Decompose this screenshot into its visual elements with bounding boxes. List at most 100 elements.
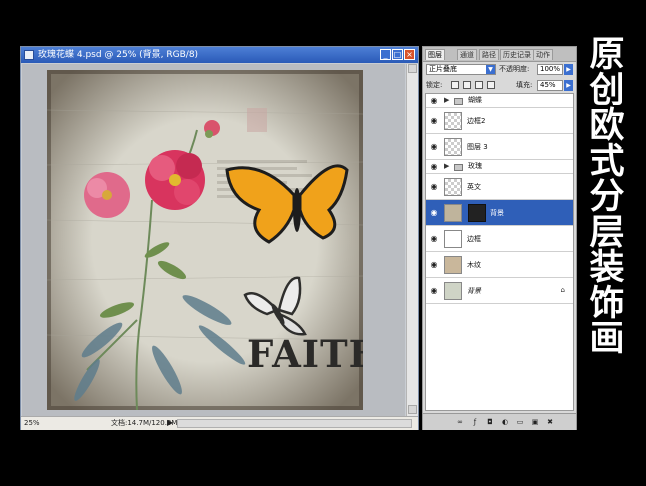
expand-arrow-icon[interactable]: ▶ [444, 162, 449, 170]
layer-thumbnail [444, 282, 462, 300]
tab-paths[interactable]: 路径 [479, 49, 499, 60]
expand-arrow-icon[interactable]: ▶ [444, 96, 449, 104]
lock-row: 锁定: 填充: 45% ▶ [423, 78, 576, 93]
eye-icon[interactable]: ◉ [429, 117, 439, 125]
layer-name: 边框 [467, 235, 481, 243]
layer-row-background-selected[interactable]: ◉ 背景 [426, 200, 573, 226]
folder-icon [454, 164, 463, 171]
eye-icon[interactable]: ◉ [429, 97, 439, 105]
layer-name: 英文 [467, 183, 481, 191]
fill-field[interactable]: 45% [537, 80, 563, 91]
scroll-up-arrow[interactable] [408, 64, 417, 73]
eye-icon[interactable]: ◉ [429, 209, 439, 217]
layer-thumbnail [444, 204, 462, 222]
layer-row-background-locked[interactable]: ◉ 背景 ⌂ [426, 278, 573, 304]
layer-thumbnail [444, 138, 462, 156]
lock-icon: ⌂ [560, 286, 565, 294]
blend-row: 正片叠底 ▼ 不透明度: 100% ▶ [423, 62, 576, 77]
eye-icon[interactable]: ◉ [429, 235, 439, 243]
new-group-icon[interactable]: ▭ [515, 417, 525, 427]
zoom-level[interactable]: 25% [24, 417, 40, 429]
opacity-label: 不透明度: [499, 65, 530, 73]
status-menu-arrow-icon[interactable]: ▶ [167, 417, 173, 429]
layer-row-english-text[interactable]: ◉ 英文 [426, 174, 573, 200]
layer-row-border2[interactable]: ◉ 边框2 [426, 108, 573, 134]
layer-name: 边框2 [467, 117, 486, 125]
pink-flower-small [84, 172, 130, 218]
layer-name: 背景 [467, 287, 481, 295]
fill-arrow-icon[interactable]: ▶ [564, 80, 573, 91]
new-layer-icon[interactable]: ▣ [530, 417, 540, 427]
document-icon [24, 50, 34, 60]
tab-channels[interactable]: 通道 [457, 49, 477, 60]
lock-transparent-icon[interactable] [451, 81, 459, 89]
layer-name: 图层 3 [467, 143, 488, 151]
close-button[interactable]: × [404, 49, 415, 60]
pink-flower-large [145, 150, 205, 210]
opacity-arrow-icon[interactable]: ▶ [564, 64, 573, 75]
artwork-image: FAITH [47, 70, 363, 410]
side-title-char: 画 [589, 319, 625, 359]
horizontal-scrollbar[interactable] [177, 419, 412, 428]
panel-bottom-toolbar: ∞ ƒ ◘ ◐ ▭ ▣ ✖ [423, 413, 576, 430]
trash-icon[interactable]: ✖ [545, 417, 555, 427]
opacity-field[interactable]: 100% [537, 64, 563, 75]
side-title-char: 式 [589, 141, 625, 182]
lock-label: 锁定: [426, 81, 443, 89]
lock-position-icon[interactable] [475, 81, 483, 89]
layer-row-border[interactable]: ◉ 边框 [426, 226, 573, 252]
eye-icon[interactable]: ◉ [429, 163, 439, 171]
layer-row-wood-grain[interactable]: ◉ 木纹 [426, 252, 573, 278]
eye-icon[interactable]: ◉ [429, 261, 439, 269]
lock-image-icon[interactable] [463, 81, 471, 89]
layer-row-butterfly-group[interactable]: ◉ ▶ 蝴蝶 [426, 94, 573, 108]
folder-icon [454, 98, 463, 105]
layer-thumbnail [444, 178, 462, 196]
layer-mask-thumbnail[interactable] [468, 204, 486, 222]
side-title-char: 欧 [589, 106, 625, 146]
panel-tabs: 图层 通道 路径 历史记录 动作 [423, 47, 576, 62]
faith-text: FAITH [247, 332, 363, 376]
side-title-char: 创 [589, 70, 625, 111]
postage-stamp [247, 108, 267, 132]
layer-row-rose-group[interactable]: ◉ ▶ 玫瑰 [426, 160, 573, 174]
side-title-char: 装 [589, 248, 625, 288]
layer-name: 背景 [490, 209, 504, 217]
chevron-down-icon: ▼ [486, 65, 495, 74]
layer-name: 木纹 [467, 261, 481, 269]
eye-icon[interactable]: ◉ [429, 183, 439, 191]
tab-layers[interactable]: 图层 [425, 49, 445, 60]
fill-label: 填充: [516, 81, 533, 89]
layer-thumbnail [444, 230, 462, 248]
lock-all-icon[interactable] [487, 81, 495, 89]
eye-icon[interactable]: ◉ [429, 143, 439, 151]
minimize-button[interactable]: _ [380, 49, 391, 60]
layer-name: 玫瑰 [468, 162, 482, 170]
tab-actions[interactable]: 动作 [533, 49, 553, 60]
side-title-char: 原 [589, 35, 625, 75]
add-mask-icon[interactable]: ◘ [485, 417, 495, 427]
side-title-char: 分 [589, 177, 625, 217]
layers-panel: 图层 通道 路径 历史记录 动作 正片叠底 ▼ 不透明度: 100% ▶ 锁定:… [422, 46, 577, 430]
side-title-char: 饰 [589, 283, 625, 324]
blend-mode-value: 正片叠底 [429, 65, 457, 73]
eye-icon[interactable]: ◉ [429, 287, 439, 295]
layer-thumbnail [444, 112, 462, 130]
side-title: 原 创 欧 式 分 层 装 饰 画 [587, 35, 627, 359]
adjustment-layer-icon[interactable]: ◐ [500, 417, 510, 427]
document-titlebar[interactable]: 玫瑰花蝶 4.psd @ 25% (背景, RGB/8) _ □ × [21, 47, 418, 63]
layer-thumbnail [444, 256, 462, 274]
layer-name: 蝴蝶 [468, 96, 482, 104]
vertical-scrollbar[interactable] [406, 64, 418, 416]
document-window: 玫瑰花蝶 4.psd @ 25% (背景, RGB/8) _ □ × FAIT … [20, 46, 419, 430]
scroll-down-arrow[interactable] [408, 405, 417, 414]
layer-row-layer3[interactable]: ◉ 图层 3 [426, 134, 573, 160]
layer-style-icon[interactable]: ƒ [470, 417, 480, 427]
link-layers-icon[interactable]: ∞ [455, 417, 465, 427]
status-bar: 25% 文档:14.7M/120.3M ▶ [21, 416, 418, 430]
blend-mode-select[interactable]: 正片叠底 ▼ [426, 64, 496, 75]
tab-history[interactable]: 历史记录 [500, 49, 534, 60]
canvas-area[interactable]: FAITH [22, 64, 405, 416]
layers-list: ◉ ▶ 蝴蝶 ◉ 边框2 ◉ 图层 3 ◉ ▶ 玫瑰 ◉ 英文 ◉ 背景 ◉ 边… [425, 93, 574, 411]
maximize-button[interactable]: □ [392, 49, 403, 60]
